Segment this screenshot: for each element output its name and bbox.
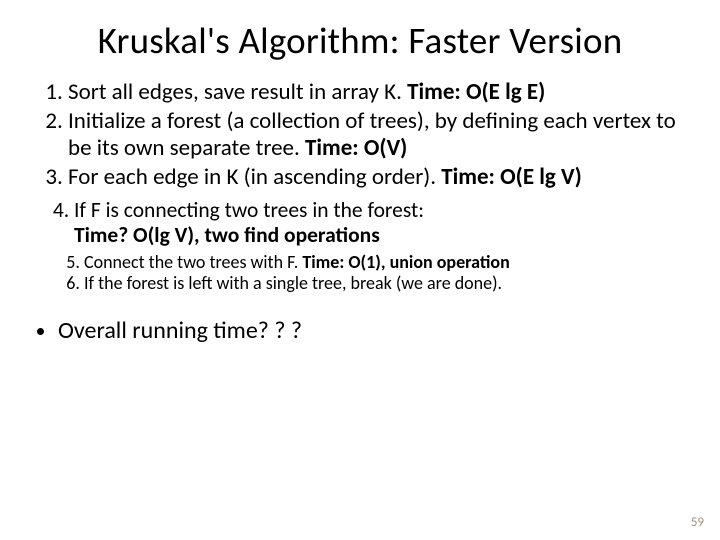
item-bold: Time: O(E lg V) xyxy=(441,163,582,191)
page-number: 59 xyxy=(691,515,704,530)
slide-title: Kruskal's Algorithm: Faster Version xyxy=(0,0,720,69)
list-item: Connect the two trees with F. Time: O(1)… xyxy=(84,252,686,273)
list-item: Initialize a forest (a collection of tre… xyxy=(68,108,686,162)
item-bold: Time: O(V) xyxy=(305,134,407,162)
item-bold: Time? O(lg V), two find operations xyxy=(74,222,380,248)
item-bold: Time: O(E lg E) xyxy=(407,78,545,106)
item-text: Sort all edges, save result in array K. xyxy=(68,78,407,106)
list-item: If F is connecting two trees in the fore… xyxy=(74,198,686,249)
slide-body: Sort all edges, save result in array K. … xyxy=(0,69,720,345)
item-text: Connect the two trees with F. xyxy=(84,251,302,273)
item-bold: Time: O(1), union operation xyxy=(302,251,509,273)
bullet-list: Overall running time? ? ? xyxy=(34,317,686,345)
item-text: If the forest is left with a single tree… xyxy=(84,272,502,294)
slide: Kruskal's Algorithm: Faster Version Sort… xyxy=(0,0,720,540)
list-level-3: Connect the two trees with F. Time: O(1)… xyxy=(34,252,686,294)
bullet-item: Overall running time? ? ? xyxy=(58,317,686,345)
list-item: Sort all edges, save result in array K. … xyxy=(68,79,686,106)
list-item: If the forest is left with a single tree… xyxy=(84,273,686,294)
item-text: If F is connecting two trees in the fore… xyxy=(74,197,424,223)
list-level-1: Sort all edges, save result in array K. … xyxy=(34,79,686,192)
item-text: For each edge in K (in ascending order). xyxy=(68,163,441,191)
list-level-2: If F is connecting two trees in the fore… xyxy=(34,198,686,249)
list-item: For each edge in K (in ascending order).… xyxy=(68,164,686,191)
